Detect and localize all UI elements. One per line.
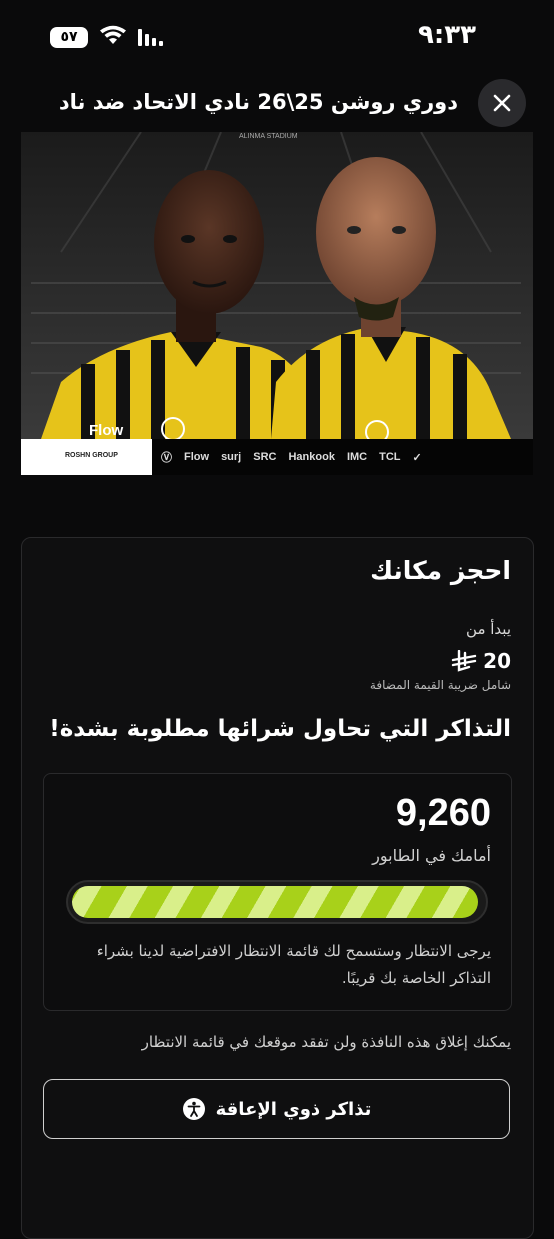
sponsor-hankook: Hankook: [288, 451, 335, 463]
battery-indicator: ٥٧: [50, 27, 88, 48]
close-icon: [493, 94, 511, 112]
starts-from-label: يبدأ من: [466, 620, 511, 638]
roshn-group-logo: ROSHN GROUP: [65, 452, 118, 459]
sponsor-bar: ROSHN GROUP Ⓥ Flow surj SRC Hankook IMC …: [21, 439, 533, 475]
sponsor-src: SRC: [253, 451, 277, 463]
queue-label: أمامك في الطابور: [372, 846, 491, 865]
sponsor-surj: surj: [221, 451, 242, 463]
demand-heading: التذاكر التي تحاول شرائها مطلوبة بشدة!: [49, 716, 511, 742]
status-bar: ٥٧ ٩:٣٣: [0, 0, 554, 72]
accessibility-tickets-button[interactable]: تذاكر ذوي الإعاقة: [43, 1079, 510, 1139]
queue-progress-bar: [66, 880, 488, 924]
riyal-icon: [451, 650, 477, 672]
accessibility-button-label: تذاكر ذوي الإعاقة: [215, 1098, 372, 1120]
event-banner: ALINMA STADIUM Flow ROSHN GROUP Ⓥ Flow s…: [21, 132, 533, 475]
sponsor-flow: Flow: [184, 451, 210, 463]
close-button[interactable]: [478, 79, 526, 127]
sponsor-tcl: TCL: [379, 451, 401, 463]
queue-progress-fill: [72, 886, 478, 918]
sponsor-logos: Ⓥ Flow surj SRC Hankook IMC TCL ✓: [161, 439, 422, 475]
price-value: 20: [483, 649, 511, 673]
price-row: 20: [451, 648, 511, 674]
players-photo: ALINMA STADIUM Flow: [21, 132, 533, 439]
status-time: ٩:٣٣: [417, 20, 476, 50]
roshn-logo-panel: ROSHN GROUP: [21, 439, 152, 475]
signal-icon: [138, 29, 163, 46]
queue-note: يرجى الانتظار وستسمح لك قائمة الانتظار ا…: [96, 942, 491, 987]
page-title: دوري روشن 25\26 نادي الاتحاد ضد ناد...: [58, 90, 458, 114]
vat-note: شامل ضريبة القيمة المضافة: [369, 678, 511, 692]
jersey-sponsor-text: Flow: [89, 422, 123, 439]
stadium-label: ALINMA STADIUM: [239, 133, 298, 140]
vw-logo-icon: Ⓥ: [161, 452, 172, 464]
booking-title: احجز مكانك: [370, 556, 511, 585]
close-window-note: يمكنك إغلاق هذه النافذة ولن تفقد موقعك ف…: [141, 1033, 511, 1051]
accessibility-icon: [182, 1098, 205, 1120]
nike-logo-icon: ✓: [412, 451, 422, 464]
wifi-icon: [100, 25, 126, 44]
booking-card: احجز مكانك يبدأ من 20 شامل ضريبة القيمة …: [21, 537, 534, 1239]
sponsor-imc: IMC: [346, 451, 368, 463]
queue-status-box: 9,260 أمامك في الطابور يرجى الانتظار وست…: [43, 773, 512, 1011]
queue-position: 9,260: [395, 792, 491, 834]
